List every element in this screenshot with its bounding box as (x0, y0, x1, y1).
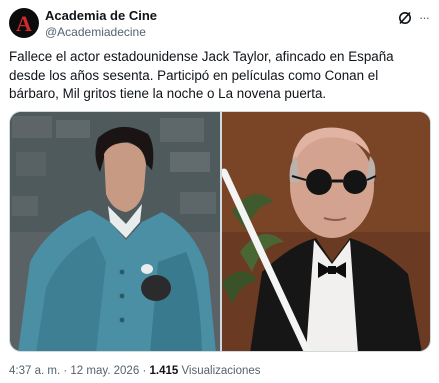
tweet-date[interactable]: 12 may. 2026 (70, 365, 139, 377)
views-label: Visualizaciones (181, 365, 261, 377)
more-horizontal-icon[interactable]: ··· (419, 11, 433, 25)
views-count: 1.415 (149, 365, 179, 377)
meta-separator: · (142, 365, 147, 377)
tweet-header: A Academia de Cine @Academiadecine ··· (9, 8, 431, 44)
media-grid (9, 111, 431, 352)
photo-jack-taylor-glasses[interactable] (222, 112, 431, 352)
photo-jack-taylor-cape[interactable] (10, 112, 220, 352)
tweet-meta: 4:37 a. m. · 12 may. 2026 · 1.415 Visual… (9, 364, 261, 378)
user-handle[interactable]: @Academiadecine (45, 24, 157, 40)
display-name[interactable]: Academia de Cine (45, 8, 157, 24)
avatar[interactable]: A (9, 8, 39, 38)
avatar-logo-letter: A (16, 10, 32, 36)
tweet-text: Fallece el actor estadounidense Jack Tay… (9, 49, 394, 101)
tweet: A Academia de Cine @Academiadecine ··· F… (0, 0, 439, 383)
grok-icon[interactable] (397, 10, 413, 26)
meta-separator: · (63, 365, 68, 377)
tweet-time[interactable]: 4:37 a. m. (9, 365, 60, 377)
author-names: Academia de Cine @Academiadecine (45, 8, 157, 40)
